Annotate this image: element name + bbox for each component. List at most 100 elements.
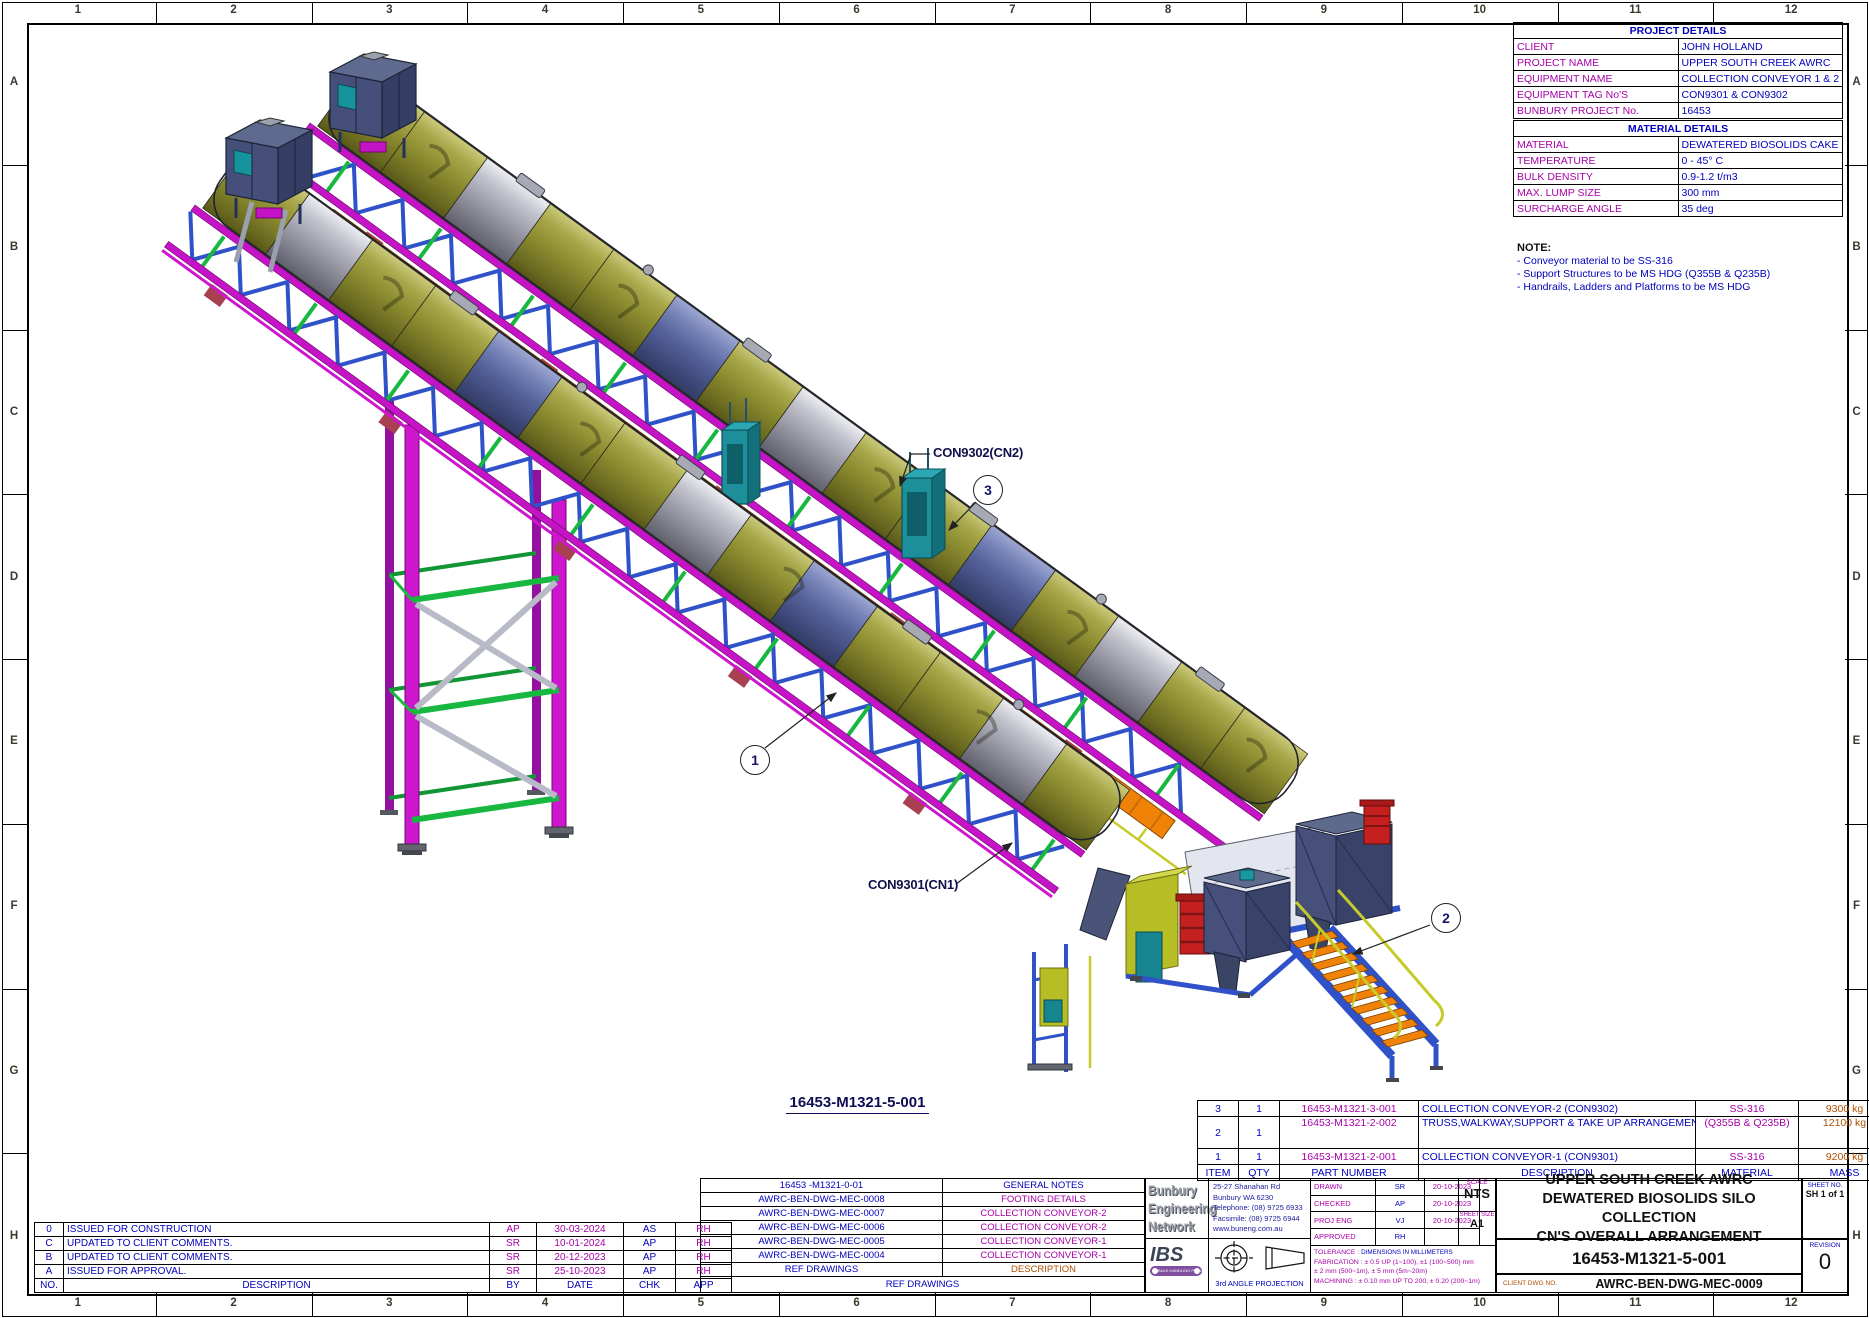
projection-label: 3rd ANGLE PROJECTION <box>1209 1279 1310 1288</box>
rev-chk: AP <box>624 1265 676 1279</box>
drawing-sheet: 112233445566778899101011111212AABBCCDDEE… <box>0 0 1869 1318</box>
rev-date: 10-01-2024 <box>537 1237 624 1251</box>
ibs-logo-text: IBS <box>1150 1245 1204 1265</box>
view-drawing-number: 16453-M1321-5-001 <box>760 1094 955 1111</box>
rect-element <box>549 834 569 838</box>
rect-element <box>1386 1078 1399 1082</box>
ref-desc: FOOTING DETAILS <box>943 1193 1145 1207</box>
rect-element <box>545 827 573 834</box>
bom-cell: 9300 kg <box>1799 1101 1869 1117</box>
drawing-title: UPPER SOUTH CREEK AWRC DEWATERED BIOSOLI… <box>1496 1178 1802 1239</box>
line-element <box>1250 955 1296 995</box>
note-line: - Handrails, Ladders and Platforms to be… <box>1517 281 1847 294</box>
rev-no: A <box>35 1265 64 1279</box>
rect-element <box>1238 993 1250 998</box>
bom-cell: 1 <box>1239 1149 1280 1165</box>
approval-initials: VJ <box>1376 1212 1425 1229</box>
row-label: EQUIPMENT TAG No'S <box>1514 87 1679 103</box>
tbody-element: MATERIAL DETAILS MATERIALDEWATERED BIOSO… <box>1514 121 1843 217</box>
tbody-element: 16453 -M1321-0-01GENERAL NOTES AWRC-BEN-… <box>701 1179 1145 1293</box>
title-line: UPPER SOUTH CREEK AWRC <box>1497 1171 1801 1190</box>
tr-element: AWRC-BEN-DWG-MEC-0008FOOTING DETAILS <box>701 1193 1145 1207</box>
rect-element <box>1028 1064 1072 1070</box>
tr-element: AWRC-BEN-DWG-MEC-0006COLLECTION CONVEYOR… <box>701 1221 1145 1235</box>
company-logo: Bunbury Engineering Network <box>1145 1178 1209 1239</box>
rev-app: RH <box>676 1251 732 1265</box>
rev-header: CHK <box>624 1279 676 1293</box>
approval-initials: RH <box>1376 1229 1425 1246</box>
bom-cell: 1 <box>1239 1117 1280 1149</box>
rect-element <box>405 425 419 844</box>
bom-cell: SS-316 <box>1696 1149 1799 1165</box>
note-line: - Conveyor material to be SS-316 <box>1517 255 1847 268</box>
bom-cell: 1 <box>1239 1101 1280 1117</box>
material-details-table: MATERIAL DETAILS MATERIALDEWATERED BIOSO… <box>1513 120 1843 217</box>
rev-by: SR <box>490 1251 537 1265</box>
tr-element: AWRC-BEN-DWG-MEC-0005COLLECTION CONVEYOR… <box>701 1235 1145 1249</box>
row-label: BUNBURY PROJECT No. <box>1514 103 1679 119</box>
row-value: COLLECTION CONVEYOR 1 & 2 <box>1678 71 1843 87</box>
rect-element <box>380 810 398 815</box>
ben-drawing-no-cell: BEN DRAWING NO. 16453-M1321-5-001 <box>1496 1239 1802 1274</box>
bom-cell: 16453-M1321-2-002 <box>1280 1117 1419 1149</box>
label-con9301: CON9301(CN1) <box>868 877 958 892</box>
ref-desc: COLLECTION CONVEYOR-1 <box>943 1249 1145 1263</box>
row-value: CON9301 & CON9302 <box>1678 87 1843 103</box>
tbody-element: PROJECT DETAILS CLIENTJOHN HOLLAND PROJE… <box>1514 23 1843 119</box>
tr-element: 2 1 16453-M1321-2-002 TRUSS,WALKWAY,SUPP… <box>1198 1117 1869 1149</box>
polygon-element <box>932 469 945 558</box>
row-label: MAX. LUMP SIZE <box>1514 185 1679 201</box>
tr-element: CHECKED AP 20-10-2023 <box>1311 1195 1480 1212</box>
tr-element: REF DRAWINGS <box>701 1277 1145 1293</box>
rev-no: B <box>35 1251 64 1265</box>
tr-element: BULK DENSITY0.9-1.2 t/m3 <box>1514 169 1843 185</box>
tr-element: EQUIPMENT NAMECOLLECTION CONVEYOR 1 & 2 <box>1514 71 1843 87</box>
company-name-line: Network <box>1148 1218 1199 1236</box>
rect-element <box>1044 1000 1062 1022</box>
ref-desc: COLLECTION CONVEYOR-1 <box>943 1235 1145 1249</box>
sheet-no-cell: SHEET NO. SH 1 of 1 <box>1802 1178 1848 1239</box>
address-line: Bunbury WA 6230 <box>1213 1193 1306 1204</box>
detail-balloon-2: 2 <box>1431 903 1461 933</box>
polygon-element <box>1214 952 1240 992</box>
bom-table: 3 1 16453-M1321-3-001 COLLECTION CONVEYO… <box>1197 1100 1869 1181</box>
ref-footer: REF DRAWINGS <box>701 1263 943 1277</box>
span-element: 16453-M1321-5-001 <box>786 1094 930 1114</box>
row-value: 0 - 45° C <box>1678 153 1843 169</box>
bom-cell: 12100 kg <box>1799 1117 1869 1149</box>
rect-element <box>1240 870 1254 880</box>
scale-value: NTS <box>1459 1186 1495 1201</box>
tolerance-line: MACHINING : ± 0.10 mm UP TO 200, ± 0.20 … <box>1314 1277 1492 1287</box>
approval-role: CHECKED <box>1311 1195 1376 1212</box>
scale-cell: SCALE NTS <box>1458 1178 1496 1212</box>
bom-cell: SS-316 <box>1696 1101 1799 1117</box>
row-value: 300 mm <box>1678 185 1843 201</box>
third-angle-projection-icon <box>1210 1239 1310 1277</box>
rev-by: SR <box>490 1237 537 1251</box>
row-label: SURCHARGE ANGLE <box>1514 201 1679 217</box>
sheet-size-value: A1 <box>1459 1218 1495 1230</box>
rect-element <box>1130 976 1142 981</box>
tolerance-label: TOLERANCE : <box>1314 1249 1359 1256</box>
ref-desc: GENERAL NOTES <box>943 1179 1145 1193</box>
revision-table: 0 ISSUED FOR CONSTRUCTION AP 30-03-2024 … <box>34 1222 732 1293</box>
row-label: TEMPERATURE <box>1514 153 1679 169</box>
tr-element: MATERIAL DETAILS <box>1514 121 1843 137</box>
approval-role: DRAWN <box>1311 1179 1376 1196</box>
rev-header: DESCRIPTION <box>64 1279 490 1293</box>
tr-element: A ISSUED FOR APPROVAL. SR 25-10-2023 AP … <box>35 1265 732 1279</box>
approval-initials: SR <box>1376 1179 1425 1196</box>
tr-element: APPROVED RH <box>1311 1229 1480 1246</box>
ref-number: AWRC-BEN-DWG-MEC-0004 <box>701 1249 943 1263</box>
rev-desc: UPDATED TO CLIENT COMMENTS. <box>64 1251 490 1265</box>
tolerance-line: FABRICATION : ± 0.5 UP (1~100), ±1 (100~… <box>1314 1258 1492 1268</box>
company-name-line: Bunbury <box>1148 1182 1199 1200</box>
tr-element: AWRC-BEN-DWG-MEC-0007COLLECTION CONVEYOR… <box>701 1207 1145 1221</box>
line-element <box>1034 1034 1066 1040</box>
tr-element: 0 ISSUED FOR CONSTRUCTION AP 30-03-2024 … <box>35 1223 732 1237</box>
bom-cell: (Q355B & Q235B) <box>1696 1117 1799 1149</box>
address-line: 25-27 Shanahan Rd <box>1213 1182 1306 1193</box>
rect-element <box>1136 932 1162 982</box>
bom-cell: TRUSS,WALKWAY,SUPPORT & TAKE UP ARRANGEM… <box>1419 1117 1696 1149</box>
ref-caption: REF DRAWINGS <box>701 1277 1145 1293</box>
